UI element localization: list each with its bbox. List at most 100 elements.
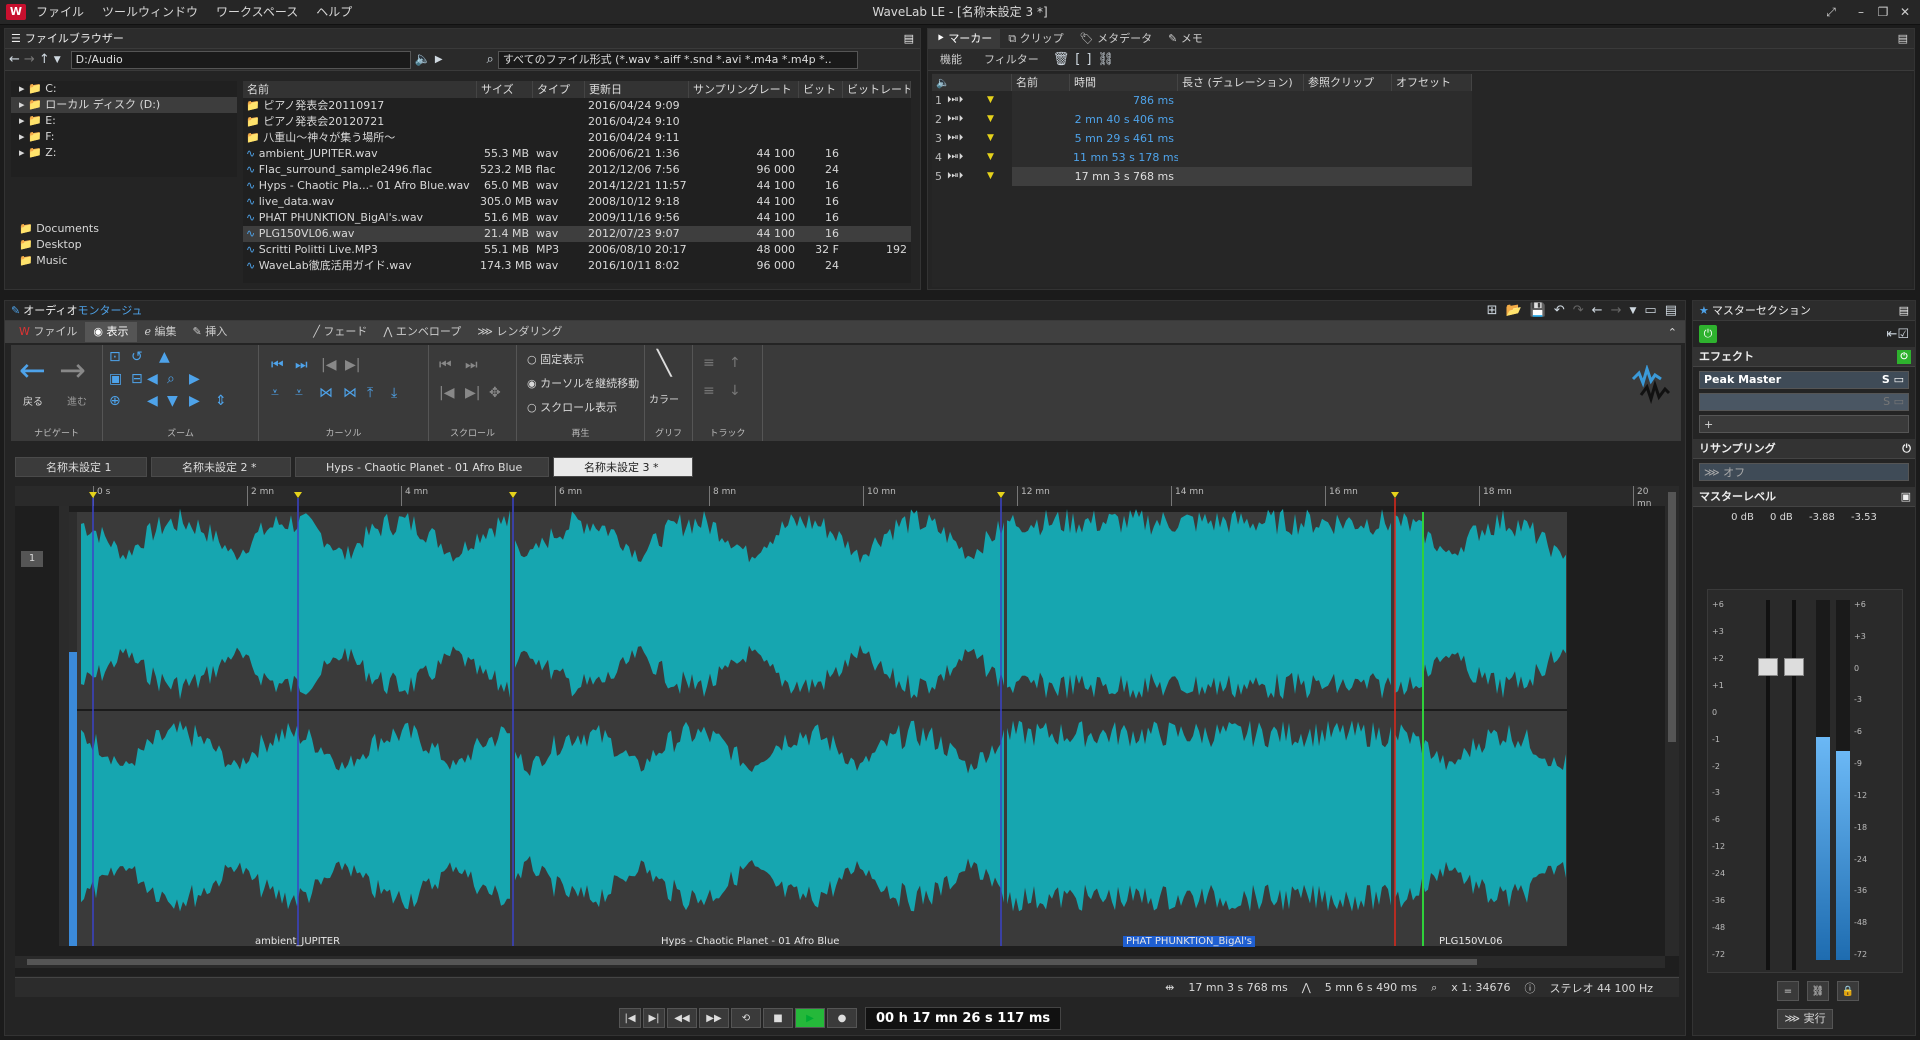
open-icon[interactable]: 📂 bbox=[1505, 301, 1521, 321]
fader-left[interactable] bbox=[1758, 658, 1778, 676]
play-icon[interactable]: ▶ bbox=[435, 54, 443, 65]
ribbon-tab-edit[interactable]: ℯ 編集 bbox=[137, 322, 185, 342]
effect-slot-2[interactable]: S ▭ bbox=[1699, 393, 1909, 411]
clip-label[interactable]: PLG150VL06 bbox=[1439, 936, 1503, 947]
zoom-in-icon[interactable]: ⊕ bbox=[109, 393, 121, 409]
lock-icon[interactable]: 🔒 bbox=[1837, 981, 1859, 1001]
column-bitrate[interactable]: ビットレート bbox=[843, 81, 911, 98]
nav-left-icon[interactable]: ← bbox=[1592, 301, 1603, 321]
zoom-next-icon[interactable]: ▶ bbox=[189, 393, 200, 409]
column-time[interactable]: 時間 bbox=[1070, 73, 1178, 91]
marker-row[interactable]: 2 ⏵⏯⏵ ▼ 2 mn 40 s 406 ms bbox=[932, 110, 1912, 129]
marker-row[interactable]: 3 ⏵⏯⏵ ▼ 5 mn 29 s 461 ms bbox=[932, 129, 1912, 148]
file-row[interactable]: ∿ PHAT PHUNKTION_BigAl's.wav 51.6 MB wav 20… bbox=[243, 210, 911, 226]
file-row[interactable]: ∿ PLG150VL06.wav 21.4 MB wav 2012/07/23 9:0… bbox=[243, 226, 911, 242]
clip-label[interactable]: Hyps - Chaotic Planet - 01 Afro Blue bbox=[661, 936, 839, 947]
zoom-fit-icon[interactable]: ⊡ bbox=[109, 349, 121, 365]
check-icon[interactable]: ☑ bbox=[1897, 327, 1909, 342]
audio-format[interactable]: ステレオ 44 100 Hz bbox=[1549, 980, 1653, 996]
doc-tab-untitled-3[interactable]: 名称未設定 3 * bbox=[553, 457, 693, 477]
back-arrow-icon[interactable]: ← bbox=[19, 351, 46, 389]
cursor-clip-start-icon[interactable]: ⤒ bbox=[367, 385, 373, 401]
favorite-music[interactable]: 📁 Music bbox=[11, 253, 237, 269]
marker-row[interactable]: 5 ⏵⏯⏵ ▼ 17 mn 3 s 768 ms bbox=[932, 167, 1912, 186]
chevron-down-icon[interactable]: ▼ bbox=[54, 55, 61, 65]
input-icon[interactable]: ⇤ bbox=[1886, 327, 1897, 342]
cursor-end-icon[interactable]: ⏭ bbox=[295, 357, 308, 373]
bracket-right-icon[interactable]: ] bbox=[1086, 52, 1091, 67]
loop-icon[interactable]: ⟲ bbox=[731, 1008, 761, 1028]
redo-icon[interactable]: ↷ bbox=[1573, 301, 1584, 321]
scroll-start-icon[interactable]: ⏮ bbox=[439, 357, 452, 373]
marker-play-icon[interactable]: ⏵⏯⏵ bbox=[944, 167, 984, 186]
go-to-end-icon[interactable]: ▶| bbox=[643, 1008, 665, 1028]
favorite-documents[interactable]: 📁 Documents bbox=[11, 221, 237, 237]
brush-icon[interactable]: ╲ bbox=[657, 349, 671, 377]
marker-time[interactable]: 5 mn 29 s 461 ms bbox=[1070, 129, 1178, 148]
track-up-icon[interactable]: ↑ bbox=[729, 355, 741, 371]
power-icon[interactable]: ⏻ bbox=[1699, 325, 1717, 343]
waveform[interactable] bbox=[15, 486, 1665, 956]
column-type[interactable]: タイプ bbox=[533, 81, 585, 98]
column-marker-name[interactable]: 名前 bbox=[1012, 73, 1070, 91]
marker-flag-icon[interactable] bbox=[89, 492, 97, 498]
reset-icon[interactable]: = bbox=[1777, 981, 1799, 1001]
resampling-icon[interactable]: ⏻ bbox=[1902, 439, 1911, 459]
forward-arrow-icon[interactable]: → bbox=[24, 52, 35, 67]
cursor-next-icon[interactable]: ▶| bbox=[345, 357, 360, 373]
marker-row[interactable]: 1 ⏵⏯⏵ ▼ 786 ms bbox=[932, 91, 1912, 110]
panel-menu-icon[interactable]: ▤ bbox=[904, 29, 914, 49]
zoom-select-icon[interactable]: ⊟ bbox=[131, 371, 143, 387]
fast-forward-icon[interactable]: ▶▶ bbox=[699, 1008, 729, 1028]
column-ref-clip[interactable]: 参照クリップ bbox=[1304, 73, 1392, 91]
tree-item-z[interactable]: ▸ 📁 Z: bbox=[11, 145, 237, 161]
file-row[interactable]: 📁 ピアノ発表会20120721 2016/04/24 9:10 bbox=[243, 114, 911, 130]
marker-play-icon[interactable]: ⏵⏯⏵ bbox=[944, 148, 984, 167]
panel-menu-icon[interactable]: ▤ bbox=[1665, 301, 1677, 321]
search-icon[interactable]: ⌕ bbox=[487, 52, 494, 67]
zoom-prev-icon[interactable]: ◀ bbox=[147, 393, 158, 409]
cursor-marker-prev-icon[interactable]: ⩡ bbox=[271, 385, 279, 401]
functions-menu[interactable]: 機能 bbox=[932, 50, 970, 70]
marker-time[interactable]: 11 mn 53 s 178 ms bbox=[1070, 148, 1178, 167]
scroll-end-icon[interactable]: ⏭ bbox=[465, 357, 478, 373]
ribbon-tab-file[interactable]: W ファイル bbox=[11, 322, 85, 342]
tab-metadata[interactable]: 🏷 メタデータ bbox=[1072, 29, 1160, 49]
cursor-region-end-icon[interactable]: ⋈ bbox=[343, 385, 357, 401]
marker-time[interactable]: 2 mn 40 s 406 ms bbox=[1070, 110, 1178, 129]
file-row[interactable]: 📁 ピアノ発表会20110917 2016/04/24 9:09 bbox=[243, 98, 911, 114]
cursor-prev-icon[interactable]: |◀ bbox=[321, 357, 336, 373]
filter-menu[interactable]: フィルター bbox=[976, 50, 1047, 70]
tab-clips[interactable]: ⧉ クリップ bbox=[1000, 29, 1071, 49]
tree-item-d[interactable]: ▸ 📁 ローカル ディスク (D:) bbox=[11, 97, 237, 113]
link-icon[interactable]: ⛓ bbox=[1097, 52, 1114, 67]
transport-time[interactable]: 00 h 17 mn 26 s 117 ms bbox=[865, 1006, 1062, 1030]
link-icon[interactable]: ⛓ bbox=[1807, 981, 1829, 1001]
marker-name[interactable] bbox=[1012, 148, 1070, 167]
marker-flag-icon[interactable] bbox=[1391, 492, 1399, 498]
speaker-icon[interactable]: 🔈 bbox=[415, 52, 431, 67]
marker-name[interactable] bbox=[1012, 129, 1070, 148]
add-effect-button[interactable]: + bbox=[1699, 415, 1909, 433]
ribbon-tab-envelope[interactable]: ⋀ エンベロープ bbox=[375, 322, 469, 342]
zoom-right-icon[interactable]: ▶ bbox=[189, 371, 200, 387]
record-icon[interactable]: ● bbox=[827, 1008, 857, 1028]
scroll-next-icon[interactable]: ▶| bbox=[465, 385, 480, 401]
bracket-left-icon[interactable]: [ bbox=[1075, 52, 1080, 67]
execute-button[interactable]: ⋙ 実行 bbox=[1777, 1009, 1833, 1029]
option-scroll[interactable]: ○ スクロール表示 bbox=[527, 399, 617, 415]
cursor-position[interactable]: 17 mn 3 s 768 ms bbox=[1188, 981, 1287, 994]
doc-tab-untitled-2[interactable]: 名称未設定 2 * bbox=[151, 457, 291, 477]
zoom-full-icon[interactable]: ▣ bbox=[109, 371, 122, 387]
ribbon-tab-render[interactable]: ⋙ レンダリング bbox=[469, 322, 570, 342]
color-label[interactable]: カラー bbox=[649, 391, 679, 406]
column-duration[interactable]: 長さ (デュレーション) bbox=[1178, 73, 1304, 91]
solo-icon[interactable]: S ▭ bbox=[1883, 393, 1904, 411]
solo-icon[interactable]: S ▭ bbox=[1882, 371, 1904, 389]
rewind-icon[interactable]: ◀◀ bbox=[667, 1008, 697, 1028]
doc-tab-untitled-1[interactable]: 名称未設定 1 bbox=[15, 457, 147, 477]
menu-file[interactable]: ファイル bbox=[36, 0, 84, 25]
marker-name[interactable] bbox=[1012, 110, 1070, 129]
tree-item-e[interactable]: ▸ 📁 E: bbox=[11, 113, 237, 129]
zoom-vertical-icon[interactable]: ⇕ bbox=[215, 393, 227, 409]
